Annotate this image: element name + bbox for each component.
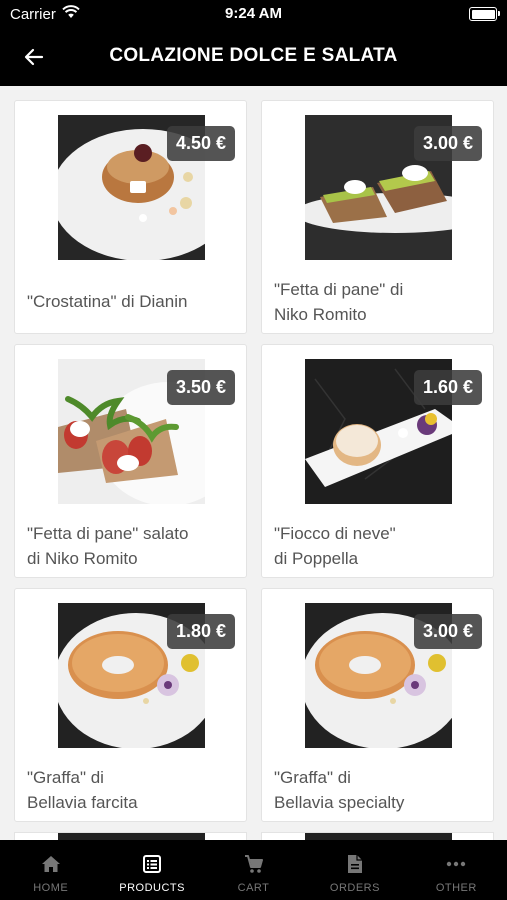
more-icon [445, 853, 467, 875]
tab-label: PRODUCTS [119, 882, 185, 894]
home-icon [40, 853, 62, 875]
product-grid: 4.50 € "Crostatina" di Dianin 3.00 € "Fe… [0, 86, 507, 840]
product-name: "Fiocco di neve" di Poppella [274, 524, 396, 568]
product-name: "Crostatina" di Dianin [27, 292, 188, 311]
price-badge: 3.00 € [413, 126, 482, 161]
tab-label: OTHER [435, 882, 477, 894]
price-badge: 3.00 € [413, 614, 482, 649]
cart-icon [243, 853, 265, 875]
status-time: 9:24 AM [225, 5, 282, 22]
tab-products[interactable]: PRODUCTS [101, 840, 202, 900]
tab-other[interactable]: OTHER [406, 840, 507, 900]
tab-orders[interactable]: ORDERS [304, 840, 405, 900]
tab-home[interactable]: HOME [0, 840, 101, 900]
tab-cart[interactable]: CART [203, 840, 304, 900]
product-name: "Fetta di pane" di Niko Romito [274, 280, 404, 324]
product-card-graffa-specialty[interactable]: 3.00 € "Graffa" di Bellavia specialty [261, 588, 494, 822]
product-card-fetta-di-pane[interactable]: 3.00 € "Fetta di pane" di Niko Romito [261, 100, 494, 334]
tab-label: ORDERS [329, 882, 380, 894]
tab-label: HOME [33, 882, 69, 894]
product-card-fiocco-di-neve[interactable]: 1.60 € "Fiocco di neve" di Poppella [261, 344, 494, 578]
products-icon [141, 853, 163, 875]
price-badge: 1.80 € [166, 614, 235, 649]
orders-icon [344, 853, 366, 875]
status-bar: Carrier 9:24 AM [0, 0, 507, 28]
price-badge: 3.50 € [166, 370, 235, 405]
product-name: "Graffa" di Bellavia farcita [27, 768, 138, 812]
nav-header: COLAZIONE DOLCE E SALATA [0, 28, 507, 86]
battery-icon [469, 7, 500, 21]
price-badge: 4.50 € [166, 126, 235, 161]
bottom-tab-bar: HOME PRODUCTS CART ORDERS OTHER [0, 840, 507, 900]
product-name: "Fetta di pane" salato di Niko Romito [27, 524, 189, 568]
product-card-crostatina[interactable]: 4.50 € "Crostatina" di Dianin [14, 100, 247, 334]
price-badge: 1.60 € [413, 370, 482, 405]
page-title: COLAZIONE DOLCE E SALATA [109, 45, 398, 66]
product-card-fetta-salato[interactable]: 3.50 € "Fetta di pane" salato di Niko Ro… [14, 344, 247, 578]
tab-label: CART [237, 882, 270, 894]
product-card-graffa-farcita[interactable]: 1.80 € "Graffa" di Bellavia farcita [14, 588, 247, 822]
product-name: "Graffa" di Bellavia specialty [274, 768, 405, 812]
